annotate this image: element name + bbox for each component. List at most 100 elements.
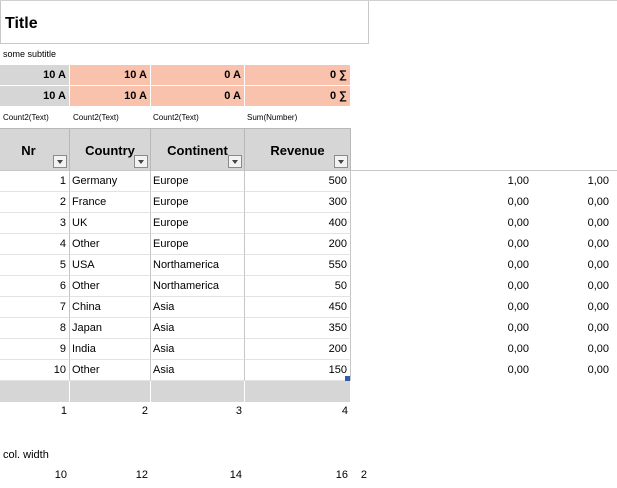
cell-revenue[interactable]: 200 xyxy=(245,339,351,360)
cell-country[interactable]: Other xyxy=(70,360,151,381)
extra-cell[interactable]: 0,00 xyxy=(550,297,609,318)
filter-dropdown-icon[interactable] xyxy=(134,155,148,168)
extra-cell[interactable]: 0,00 xyxy=(550,234,609,255)
extra-cell[interactable]: 0,00 xyxy=(550,192,609,213)
extra-cell[interactable]: 0,00 xyxy=(470,339,529,360)
count-cell-country[interactable]: 10 A xyxy=(70,86,151,107)
table-row[interactable]: 5 USA Northamerica 550 xyxy=(0,255,351,276)
aggregate-label: Count2(Text) xyxy=(73,113,119,122)
extra-cell[interactable]: 0,00 xyxy=(550,318,609,339)
cell-continent[interactable]: Asia xyxy=(151,339,245,360)
count-cell-continent[interactable]: 0 A xyxy=(151,86,245,107)
extra-cell[interactable]: 0,00 xyxy=(470,297,529,318)
table-row[interactable]: 2 France Europe 300 xyxy=(0,192,351,213)
cell-nr[interactable]: 6 xyxy=(0,276,70,297)
cell-revenue[interactable]: 350 xyxy=(245,318,351,339)
cell-revenue[interactable]: 300 xyxy=(245,192,351,213)
cell-continent[interactable]: Europe xyxy=(151,213,245,234)
column-header-continent[interactable]: Continent xyxy=(151,128,245,170)
count-cell-country[interactable]: 10 A xyxy=(70,65,151,86)
cell-country[interactable]: USA xyxy=(70,255,151,276)
extra-cell[interactable]: 0,00 xyxy=(550,276,609,297)
cell-country[interactable]: Other xyxy=(70,234,151,255)
cell-continent[interactable]: Asia xyxy=(151,318,245,339)
cell-continent[interactable]: Northamerica xyxy=(151,255,245,276)
cell-nr[interactable]: 1 xyxy=(0,171,70,192)
extra-cell[interactable]: 0,00 xyxy=(550,339,609,360)
totals-cell[interactable] xyxy=(151,381,245,402)
cell-country[interactable]: UK xyxy=(70,213,151,234)
cell-country[interactable]: India xyxy=(70,339,151,360)
cell-revenue[interactable]: 400 xyxy=(245,213,351,234)
count-cell-revenue[interactable]: 0 ∑ xyxy=(245,86,351,107)
extra-cell[interactable]: 0,00 xyxy=(550,255,609,276)
extra-cell[interactable]: 0,00 xyxy=(550,213,609,234)
filter-dropdown-icon[interactable] xyxy=(53,155,67,168)
table-row[interactable]: 10 Other Asia 150 xyxy=(0,360,351,381)
count-cell-continent[interactable]: 0 A xyxy=(151,65,245,86)
cell-continent[interactable]: Northamerica xyxy=(151,276,245,297)
extra-cell[interactable]: 0,00 xyxy=(470,213,529,234)
cell-country[interactable]: Japan xyxy=(70,318,151,339)
table-row[interactable]: 4 Other Europe 200 xyxy=(0,234,351,255)
table-row[interactable]: 9 India Asia 200 xyxy=(0,339,351,360)
count-row: 10 A 10 A 0 A 0 ∑ xyxy=(0,65,351,86)
cell-nr[interactable]: 9 xyxy=(0,339,70,360)
cell-nr[interactable]: 5 xyxy=(0,255,70,276)
count-cell-nr[interactable]: 10 A xyxy=(0,65,70,86)
table-row[interactable]: 8 Japan Asia 350 xyxy=(0,318,351,339)
cell-revenue[interactable]: 550 xyxy=(245,255,351,276)
cell-nr[interactable]: 3 xyxy=(0,213,70,234)
cell-revenue[interactable]: 50 xyxy=(245,276,351,297)
totals-row[interactable] xyxy=(0,381,351,402)
cell-continent[interactable]: Europe xyxy=(151,192,245,213)
column-number: 2 xyxy=(141,405,148,417)
col-width-value: 10 xyxy=(54,469,67,481)
cell-continent[interactable]: Europe xyxy=(151,234,245,255)
cell-nr[interactable]: 7 xyxy=(0,297,70,318)
cell-revenue[interactable]: 150 xyxy=(245,360,351,381)
filter-dropdown-icon[interactable] xyxy=(334,155,348,168)
page-title: Title xyxy=(5,15,38,32)
extra-cell[interactable]: 0,00 xyxy=(470,276,529,297)
table-row[interactable]: 6 Other Northamerica 50 xyxy=(0,276,351,297)
cell-country[interactable]: China xyxy=(70,297,151,318)
cell-country[interactable]: Other xyxy=(70,276,151,297)
column-number: 1 xyxy=(60,405,67,417)
cell-country[interactable]: Germany xyxy=(70,171,151,192)
count-row: 10 A 10 A 0 A 0 ∑ xyxy=(0,86,351,107)
column-header-revenue[interactable]: Revenue xyxy=(245,128,351,170)
cell-revenue[interactable]: 450 xyxy=(245,297,351,318)
totals-cell[interactable] xyxy=(70,381,151,402)
extra-cell[interactable]: 1,00 xyxy=(470,171,529,192)
extra-cell[interactable]: 0,00 xyxy=(470,192,529,213)
table-row[interactable]: 3 UK Europe 400 xyxy=(0,213,351,234)
column-header-nr[interactable]: Nr xyxy=(0,128,70,170)
totals-cell[interactable] xyxy=(0,381,70,402)
cell-nr[interactable]: 4 xyxy=(0,234,70,255)
column-header-country[interactable]: Country xyxy=(70,128,151,170)
count-cell-revenue[interactable]: 0 ∑ xyxy=(245,65,351,86)
count-cell-nr[interactable]: 10 A xyxy=(0,86,70,107)
extra-cell[interactable]: 0,00 xyxy=(470,318,529,339)
extra-cell[interactable]: 0,00 xyxy=(470,360,529,381)
title-cell[interactable]: Title xyxy=(0,1,369,44)
cell-revenue[interactable]: 200 xyxy=(245,234,351,255)
filter-dropdown-icon[interactable] xyxy=(228,155,242,168)
totals-cell[interactable] xyxy=(245,381,351,402)
cell-continent[interactable]: Asia xyxy=(151,297,245,318)
cell-country[interactable]: France xyxy=(70,192,151,213)
cell-nr[interactable]: 8 xyxy=(0,318,70,339)
cell-revenue[interactable]: 500 xyxy=(245,171,351,192)
extra-cell[interactable]: 0,00 xyxy=(470,255,529,276)
column-number: 4 xyxy=(341,405,348,417)
extra-cell[interactable]: 1,00 xyxy=(550,171,609,192)
table-row[interactable]: 7 China Asia 450 xyxy=(0,297,351,318)
cell-nr[interactable]: 2 xyxy=(0,192,70,213)
cell-nr[interactable]: 10 xyxy=(0,360,70,381)
cell-continent[interactable]: Europe xyxy=(151,171,245,192)
extra-cell[interactable]: 0,00 xyxy=(550,360,609,381)
extra-cell[interactable]: 0,00 xyxy=(470,234,529,255)
cell-continent[interactable]: Asia xyxy=(151,360,245,381)
table-row[interactable]: 1 Germany Europe 500 xyxy=(0,171,351,192)
